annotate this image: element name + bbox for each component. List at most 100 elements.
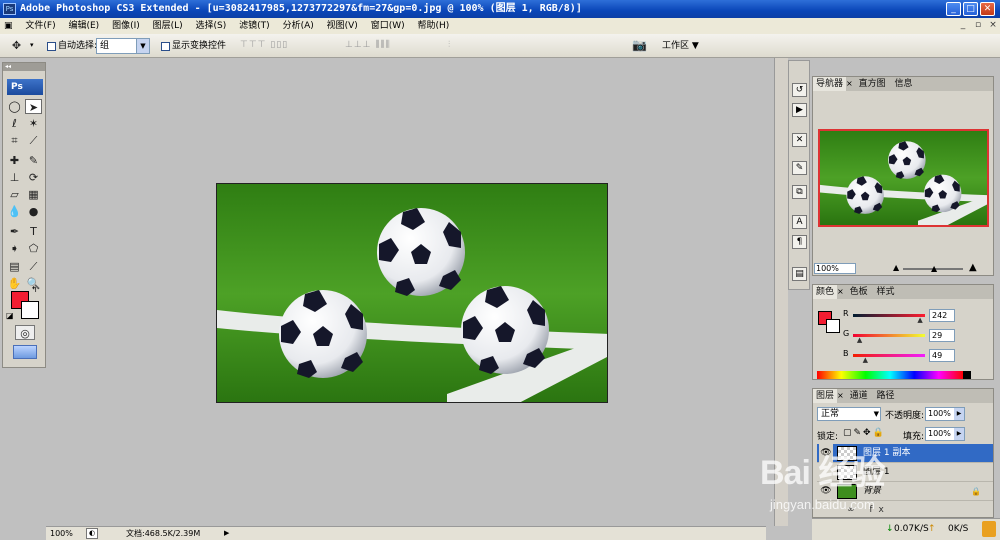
zoom-slider-thumb[interactable]: ▲ [931, 264, 937, 273]
channel-slider-thumb[interactable]: ▲ [857, 336, 862, 344]
toolbox-grip[interactable]: ◂◂ [3, 63, 45, 71]
close-icon[interactable]: × [846, 79, 853, 88]
black-swatch[interactable] [963, 371, 971, 379]
channel-value[interactable]: 49 [929, 349, 955, 362]
channel-slider[interactable] [853, 334, 925, 337]
swap-colors-icon[interactable]: ↰ [31, 285, 38, 294]
hand-tool-icon[interactable]: ✋ [6, 276, 23, 291]
color-bg-swatch[interactable] [826, 319, 840, 333]
chevron-down-icon[interactable]: ▾ [30, 41, 34, 49]
menu-help[interactable]: 帮助(H) [413, 18, 455, 34]
color-spectrum-bar[interactable] [817, 371, 963, 379]
move-tool-icon[interactable]: ➤ [25, 99, 42, 114]
slice-tool-icon[interactable]: ⟋ [25, 133, 42, 148]
notes-tool-icon[interactable]: ▤ [6, 259, 23, 274]
lasso-tool-icon[interactable]: ℓ [6, 116, 23, 131]
channel-value[interactable]: 242 [929, 309, 955, 322]
zoom-level[interactable]: 100% [50, 527, 73, 540]
marquee-tool-icon[interactable]: ◯ [6, 99, 23, 114]
character-panel-icon[interactable]: A [792, 215, 807, 229]
close-icon[interactable]: × [837, 287, 844, 296]
dodge-tool-icon[interactable]: ● [25, 204, 42, 219]
menu-window[interactable]: 窗口(W) [366, 18, 410, 34]
doc-restore-icon[interactable]: ▫ [973, 20, 983, 31]
menu-view[interactable]: 视图(V) [322, 18, 363, 34]
tab-info[interactable]: 信息 [891, 77, 915, 91]
zoom-in-icon[interactable]: ▲ [969, 262, 977, 273]
screen-mode-icon[interactable] [13, 345, 37, 359]
tab-channels[interactable]: 通道 [847, 389, 871, 403]
align-buttons-group[interactable]: ⊤⊤⊤ ▯▯▯ [240, 40, 288, 50]
channel-slider-thumb[interactable]: ▲ [863, 356, 868, 364]
brush-tool-icon[interactable]: ✎ [25, 153, 42, 168]
actions-panel-icon[interactable]: ▶ [792, 103, 807, 117]
default-colors-icon[interactable]: ◪ [6, 311, 14, 320]
channel-slider[interactable] [853, 314, 925, 317]
blend-mode-select[interactable]: 正常 ▼ [817, 407, 881, 421]
menu-filter[interactable]: 滤镜(T) [234, 18, 275, 34]
magic-wand-icon[interactable]: ✶ [25, 116, 42, 131]
tab-color[interactable]: 颜色 [813, 285, 838, 299]
close-icon[interactable]: × [837, 391, 844, 400]
blur-tool-icon[interactable]: 💧 [6, 204, 23, 219]
channel-label: G [843, 329, 850, 338]
minimize-button[interactable]: _ [946, 2, 961, 16]
title-bar: Adobe Photoshop CS3 Extended - [u=308241… [0, 0, 1000, 18]
lock-icons[interactable]: ▢✎✥🔒 [843, 428, 886, 438]
menu-file[interactable]: 文件(F) [20, 18, 60, 34]
tray-icon[interactable] [982, 521, 996, 537]
move-tool-icon[interactable]: ✥ [8, 38, 25, 53]
channel-value[interactable]: 29 [929, 329, 955, 342]
gradient-tool-icon[interactable]: ▦ [25, 187, 42, 202]
brushes-panel-icon[interactable]: ✎ [792, 161, 807, 175]
type-tool-icon[interactable]: T [25, 224, 42, 239]
pen-tool-icon[interactable]: ✒ [6, 224, 23, 239]
channel-slider-thumb[interactable]: ▲ [917, 316, 922, 324]
tab-styles[interactable]: 样式 [873, 285, 897, 299]
navigator-thumbnail[interactable] [818, 129, 989, 227]
eraser-tool-icon[interactable]: ▱ [6, 187, 23, 202]
opacity-arrow-icon[interactable]: ▶ [954, 408, 964, 420]
paragraph-panel-icon[interactable]: ¶ [792, 235, 807, 249]
show-transform-checkbox[interactable] [161, 42, 170, 51]
workspace-menu[interactable]: 工作区 ▼ [662, 40, 699, 52]
document-icon: ▣ [4, 21, 13, 31]
path-select-icon[interactable]: ➧ [6, 241, 23, 256]
history-brush-icon[interactable]: ⟳ [25, 170, 42, 185]
auto-select-checkbox[interactable] [47, 42, 56, 51]
menu-select[interactable]: 选择(S) [191, 18, 232, 34]
shape-tool-icon[interactable]: ⬠ [25, 241, 42, 256]
background-color-swatch[interactable] [21, 301, 39, 319]
layer-comps-icon[interactable]: ▤ [792, 267, 807, 281]
clone-source-icon[interactable]: ⧉ [792, 185, 807, 199]
document-canvas[interactable] [216, 183, 608, 403]
tool-presets-icon[interactable]: ✕ [792, 133, 807, 147]
menu-edit[interactable]: 编辑(E) [63, 18, 104, 34]
tab-navigator[interactable]: 导航器 [813, 77, 847, 91]
eyedropper-icon[interactable]: ⟋ [25, 259, 42, 274]
status-menu-icon[interactable]: ◐ [86, 528, 98, 539]
menu-image[interactable]: 图像(I) [107, 18, 145, 34]
auto-select-dropdown[interactable]: 组 ▼ [96, 38, 150, 54]
healing-brush-icon[interactable]: ✚ [6, 153, 23, 168]
auto-align-icon[interactable]: ⫶ [448, 40, 451, 50]
navigator-zoom-field[interactable]: 100% [814, 263, 856, 274]
tab-paths[interactable]: 路径 [873, 389, 897, 403]
tab-swatches[interactable]: 色板 [847, 285, 871, 299]
distribute-buttons-group[interactable]: ⊥⊥⊥ ⫼⫼⫼ [345, 40, 391, 50]
tab-histogram[interactable]: 直方图 [856, 77, 889, 91]
menu-analysis[interactable]: 分析(A) [278, 18, 319, 34]
maximize-button[interactable]: □ [963, 2, 978, 16]
menu-layer[interactable]: 图层(L) [148, 18, 188, 34]
doc-close-icon[interactable]: × [988, 20, 998, 31]
close-button[interactable]: ✕ [980, 2, 995, 16]
history-panel-icon[interactable]: ↺ [792, 83, 807, 97]
zoom-out-icon[interactable]: ▲ [893, 263, 899, 272]
clone-stamp-icon[interactable]: ⊥ [6, 170, 23, 185]
status-arrow-icon[interactable]: ▶ [224, 528, 234, 539]
quick-mask-icon[interactable]: ◎ [15, 325, 35, 340]
doc-minimize-icon[interactable]: _ [958, 20, 968, 31]
crop-tool-icon[interactable]: ⌗ [6, 133, 23, 148]
fill-arrow-icon[interactable]: ▶ [954, 428, 964, 440]
tab-layers[interactable]: 图层 [813, 389, 838, 403]
